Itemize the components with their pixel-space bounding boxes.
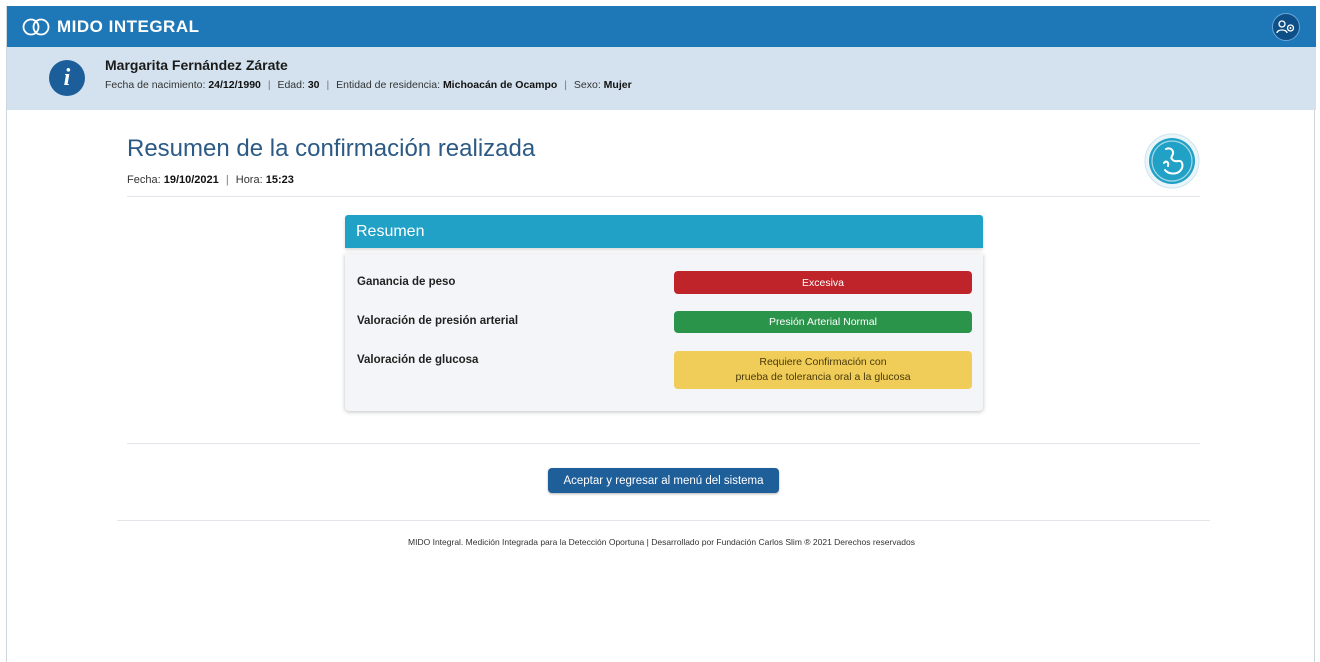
page-datetime: Fecha: 19/10/2021 | Hora: 15:23 bbox=[127, 174, 294, 186]
patient-name: Margarita Fernández Zárate bbox=[105, 57, 288, 73]
date-label: Fecha: bbox=[127, 174, 161, 186]
user-settings-icon bbox=[1276, 20, 1295, 34]
weight-gain-label: Ganancia de peso bbox=[357, 276, 456, 288]
age-value: 30 bbox=[307, 79, 320, 91]
time-label: Hora: bbox=[235, 174, 263, 186]
accept-return-button[interactable]: Aceptar y regresar al menú del sistema bbox=[548, 468, 779, 493]
separator: | bbox=[564, 79, 567, 91]
summary-header: Resumen bbox=[345, 215, 983, 248]
glucose-label: Valoración de glucosa bbox=[357, 354, 479, 366]
separator: | bbox=[326, 79, 330, 91]
age-label: Edad: bbox=[277, 79, 305, 91]
time-value: 15:23 bbox=[265, 174, 294, 186]
glucose-status-line-2: prueba de tolerancia oral a la glucosa bbox=[735, 371, 911, 383]
weight-gain-status-badge: Excesiva bbox=[674, 271, 972, 294]
sex-value: Mujer bbox=[603, 79, 632, 91]
infinity-logo-icon bbox=[22, 18, 50, 35]
footer-text: MIDO Integral. Medición Integrada para l… bbox=[408, 537, 915, 547]
glucose-status-line-1: Requiere Confirmación con bbox=[759, 356, 887, 368]
sex-label: Sexo: bbox=[573, 79, 601, 91]
blood-pressure-label: Valoración de presión arterial bbox=[357, 315, 519, 327]
pregnancy-emblem-icon bbox=[1144, 133, 1200, 189]
birth-label: Fecha de nacimiento: bbox=[105, 79, 206, 91]
summary-card: Resumen Ganancia de peso Excesiva Valora… bbox=[345, 215, 983, 411]
actions-divider bbox=[127, 443, 1200, 444]
info-icon: i bbox=[49, 60, 85, 96]
separator: | bbox=[267, 79, 271, 91]
date-value: 19/10/2021 bbox=[163, 174, 219, 186]
patient-info-band: i Margarita Fernández Zárate Fecha de na… bbox=[7, 47, 1316, 110]
separator: | bbox=[225, 174, 229, 186]
patient-details: Fecha de nacimiento: 24/12/1990 | Edad: … bbox=[105, 79, 632, 91]
user-settings-button[interactable] bbox=[1272, 13, 1300, 41]
summary-body: Ganancia de peso Excesiva Valoración de … bbox=[345, 254, 983, 411]
app-frame: MIDO INTEGRAL i Margarita Fernández Zára… bbox=[6, 6, 1316, 662]
glucose-status-badge: Requiere Confirmación con prueba de tole… bbox=[674, 351, 972, 389]
page-title: Resumen de la confirmación realizada bbox=[127, 135, 536, 162]
brand[interactable]: MIDO INTEGRAL bbox=[21, 16, 200, 38]
residence-value: Michoacán de Ocampo bbox=[442, 79, 558, 91]
blood-pressure-status-badge: Presión Arterial Normal bbox=[674, 311, 972, 333]
footer-divider bbox=[117, 520, 1210, 521]
birth-value: 24/12/1990 bbox=[208, 79, 261, 91]
heading-divider bbox=[127, 196, 1200, 197]
residence-label: Entidad de residencia: bbox=[336, 79, 441, 91]
app-name: MIDO INTEGRAL bbox=[57, 16, 200, 36]
top-bar: MIDO INTEGRAL bbox=[7, 6, 1316, 47]
